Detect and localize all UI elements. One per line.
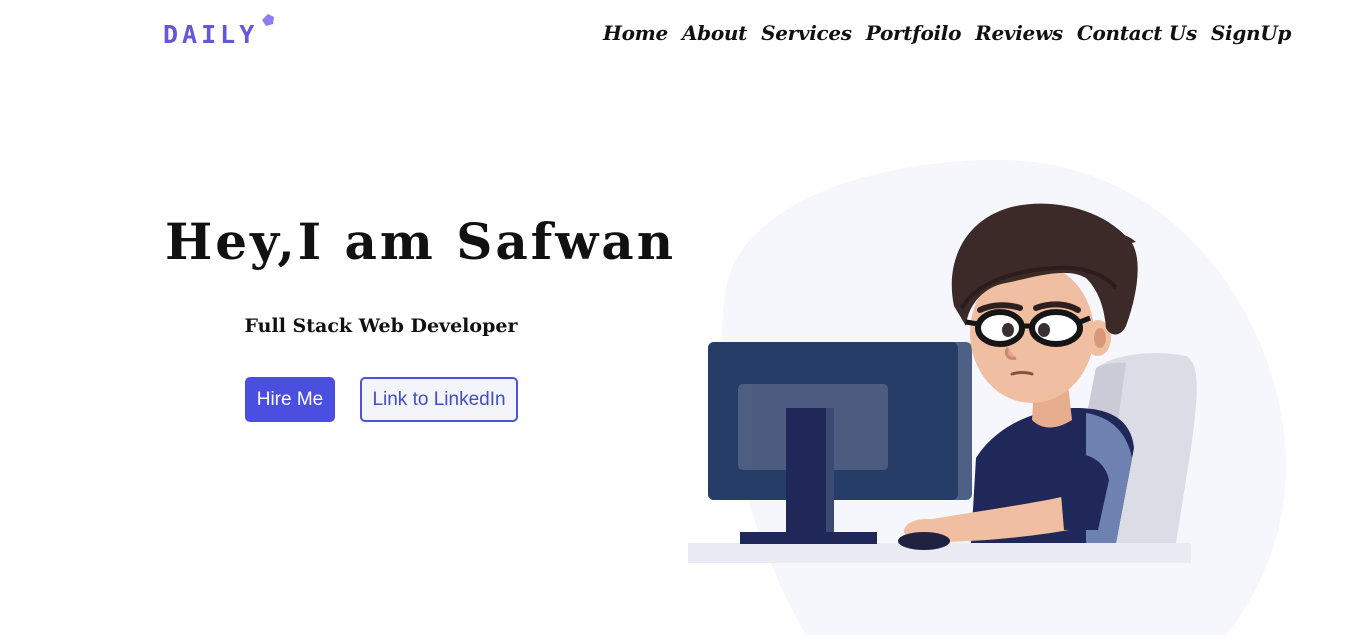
nav-signup[interactable]: SignUp bbox=[1211, 19, 1292, 47]
hero-title: Hey,I am Safwan bbox=[165, 212, 677, 271]
nav-reviews[interactable]: Reviews bbox=[975, 19, 1063, 47]
hero-subtitle: Full Stack Web Developer bbox=[244, 315, 518, 337]
logo-text: DAILY bbox=[163, 20, 259, 49]
mouse-icon bbox=[898, 532, 950, 550]
linkedin-button[interactable]: Link to LinkedIn bbox=[360, 377, 518, 422]
monitor-stand bbox=[786, 408, 826, 533]
nav-portfolio[interactable]: Portfoilo bbox=[866, 19, 962, 47]
logo-dot-icon bbox=[262, 14, 275, 26]
nav-about[interactable]: About bbox=[682, 19, 747, 47]
nav-home[interactable]: Home bbox=[603, 19, 668, 47]
developer-at-computer-illustration bbox=[688, 159, 1286, 635]
logo[interactable]: DAILY bbox=[163, 14, 275, 50]
nav-contact[interactable]: Contact Us bbox=[1077, 19, 1197, 47]
main-nav: Home About Services Portfoilo Reviews Co… bbox=[603, 19, 1291, 47]
nav-services[interactable]: Services bbox=[761, 19, 852, 47]
hire-me-button[interactable]: Hire Me bbox=[245, 377, 335, 422]
